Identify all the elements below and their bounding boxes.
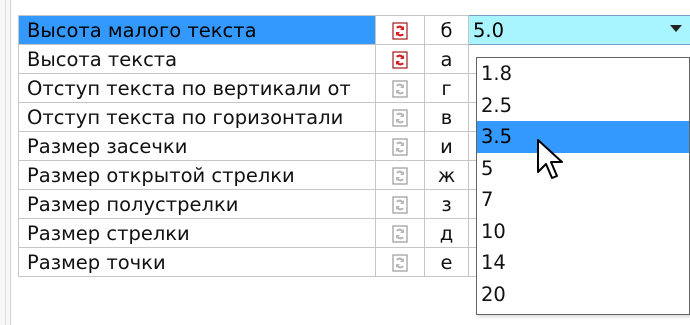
property-letter: д [424, 218, 469, 248]
mouse-pointer-icon [537, 139, 563, 179]
property-name: Отступ текста по горизонтали [27, 105, 344, 129]
macro-icon[interactable] [392, 138, 408, 156]
property-letter: ж [424, 160, 469, 190]
macro-icon[interactable] [392, 196, 408, 214]
macro-icon[interactable] [392, 80, 408, 98]
property-letter: в [424, 102, 469, 132]
property-letter: и [424, 131, 469, 161]
property-row[interactable]: Высота малого текста б 5.0 [18, 15, 690, 45]
gutter-divider [5, 0, 6, 325]
dropdown-option[interactable]: 20 [477, 279, 689, 311]
chevron-down-icon[interactable] [670, 25, 682, 32]
property-name: Высота малого текста [27, 18, 257, 42]
dropdown-option[interactable]: 14 [477, 247, 689, 279]
property-name: Размер открытой стрелки [27, 163, 295, 187]
dropdown-list[interactable]: 1.8 2.5 3.5 5 7 10 14 20 [476, 57, 690, 315]
dropdown-option[interactable]: 1.8 [477, 58, 689, 90]
macro-icon[interactable] [392, 22, 408, 40]
property-name: Размер стрелки [27, 221, 190, 245]
property-name: Размер точки [27, 250, 166, 274]
macro-icon[interactable] [392, 167, 408, 185]
property-name: Отступ текста по вертикали от [27, 76, 351, 100]
property-icon-cell[interactable] [375, 131, 425, 161]
dropdown-option[interactable]: 5 [477, 153, 689, 185]
property-name-cell[interactable]: Отступ текста по горизонтали [18, 102, 376, 132]
property-letter: г [424, 73, 469, 103]
dropdown-option[interactable]: 10 [477, 216, 689, 248]
property-icon-cell[interactable] [375, 73, 425, 103]
macro-icon[interactable] [392, 225, 408, 243]
property-name-cell[interactable]: Размер стрелки [18, 218, 376, 248]
property-name-cell[interactable]: Высота текста [18, 44, 376, 74]
macro-icon[interactable] [392, 254, 408, 272]
property-name: Размер полустрелки [27, 192, 239, 216]
property-icon-cell[interactable] [375, 189, 425, 219]
property-value-cell[interactable]: 5.0 [468, 15, 690, 45]
property-letter: з [424, 189, 469, 219]
property-value[interactable]: 5.0 [473, 19, 504, 42]
property-letter: е [424, 247, 469, 277]
dropdown-option[interactable]: 3.5 [477, 121, 689, 153]
property-icon-cell[interactable] [375, 218, 425, 248]
left-gutter [0, 0, 11, 325]
property-name-cell[interactable]: Отступ текста по вертикали от [18, 73, 376, 103]
property-icon-cell[interactable] [375, 15, 425, 45]
macro-icon[interactable] [392, 109, 408, 127]
property-grid-window: Высота малого текста б 5.0 Высота текста а От… [0, 0, 690, 325]
property-letter: б [424, 15, 469, 45]
property-name-cell[interactable]: Размер точки [18, 247, 376, 277]
property-name-cell[interactable]: Размер засечки [18, 131, 376, 161]
property-name: Высота текста [27, 47, 178, 71]
property-letter: а [424, 44, 469, 74]
property-icon-cell[interactable] [375, 44, 425, 74]
property-name-cell[interactable]: Высота малого текста [18, 15, 376, 45]
property-name-cell[interactable]: Размер полустрелки [18, 189, 376, 219]
property-icon-cell[interactable] [375, 102, 425, 132]
property-name-cell[interactable]: Размер открытой стрелки [18, 160, 376, 190]
dropdown-option[interactable]: 7 [477, 184, 689, 216]
property-icon-cell[interactable] [375, 160, 425, 190]
property-icon-cell[interactable] [375, 247, 425, 277]
property-name: Размер засечки [27, 134, 188, 158]
dropdown-option[interactable]: 2.5 [477, 90, 689, 122]
macro-icon[interactable] [392, 51, 408, 69]
